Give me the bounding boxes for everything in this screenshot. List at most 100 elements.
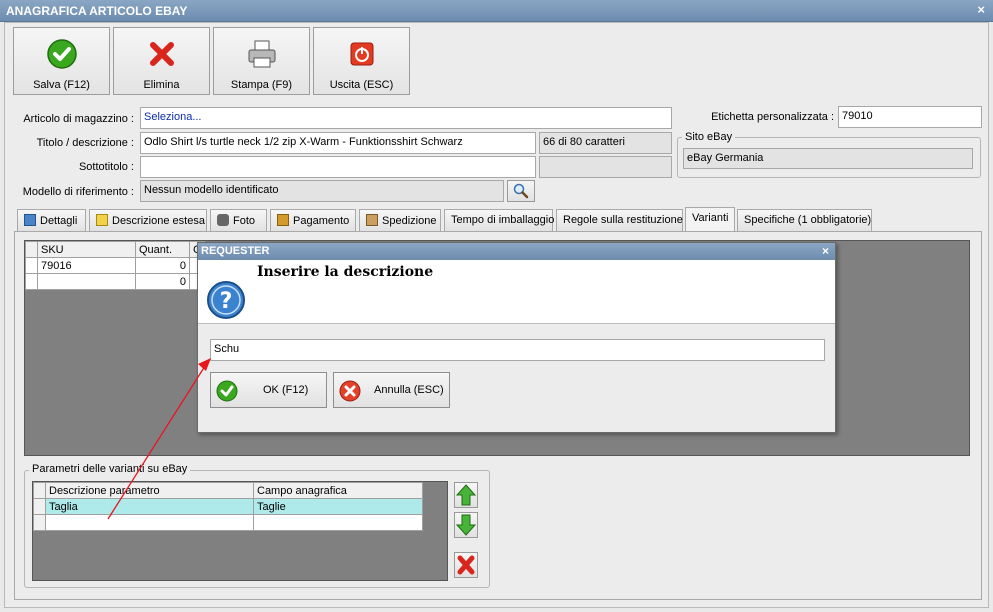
table-row[interactable]: 0	[25, 273, 205, 290]
save-button[interactable]: Salva (F12)	[13, 27, 110, 95]
params-group-title: Parametri delle varianti su eBay	[29, 463, 191, 475]
params-table: Descrizione parametro Campo anagrafica T…	[33, 482, 423, 531]
delete-button[interactable]: Elimina	[113, 27, 210, 95]
note-icon	[96, 214, 108, 226]
modello-label: Modello di riferimento :	[22, 186, 134, 198]
move-down-button[interactable]	[454, 512, 478, 538]
tab-pagamento[interactable]: Pagamento	[270, 209, 356, 231]
tab-foto[interactable]: Foto	[210, 209, 267, 231]
sito-ebay-field: eBay Germania	[683, 148, 973, 169]
tab-label: Varianti	[692, 212, 729, 224]
articolo-label: Articolo di magazzino :	[23, 113, 134, 125]
cell-campo[interactable]: Taglie	[253, 498, 423, 515]
save-label: Salva (F12)	[33, 79, 90, 91]
window-title: ANAGRAFICA ARTICOLO EBAY	[6, 4, 188, 18]
delete-label: Elimina	[143, 79, 180, 91]
etichetta-label: Etichetta personalizzata :	[711, 111, 834, 123]
description-input[interactable]: Schu	[210, 339, 825, 361]
tab-label: Regole sulla restituzione	[563, 214, 683, 226]
dialog-title: REQUESTER	[201, 245, 270, 257]
cell-sku[interactable]: 79016	[37, 257, 136, 274]
tab-label: Foto	[233, 215, 256, 227]
sottotitolo-field[interactable]	[140, 156, 536, 178]
tab-spedizione[interactable]: Spedizione	[359, 209, 441, 231]
titolo-field[interactable]: Odlo Shirt l/s turtle neck 1/2 zip X-War…	[140, 132, 536, 154]
magnifier-icon	[513, 183, 529, 199]
cell-quant[interactable]: 0	[135, 273, 190, 290]
tab-varianti[interactable]: Varianti	[685, 207, 735, 232]
arrow-up-icon	[455, 484, 477, 506]
checkmark-icon	[216, 380, 238, 402]
articolo-field[interactable]: Seleziona...	[140, 107, 672, 129]
tab-specifiche[interactable]: Specifiche (1 obbligatorie)	[737, 209, 872, 231]
svg-text:?: ?	[220, 289, 233, 314]
variants-table: SKU Quant. C 79016 0 0	[25, 241, 205, 290]
cell-campo[interactable]	[253, 514, 423, 531]
tab-descrizione-estesa[interactable]: Descrizione estesa	[89, 209, 207, 231]
sottotitolo-label: Sottotitolo :	[78, 161, 134, 173]
column-header-campo[interactable]: Campo anagrafica	[253, 482, 423, 499]
power-icon	[350, 42, 374, 66]
table-row[interactable]	[33, 514, 423, 531]
package-icon	[366, 214, 378, 226]
titolo-label: Titolo / descrizione :	[36, 137, 134, 149]
print-button[interactable]: Stampa (F9)	[213, 27, 310, 95]
ok-label: OK (F12)	[263, 384, 309, 396]
delete-x-icon	[150, 42, 174, 66]
modello-field: Nessun modello identificato	[140, 180, 504, 202]
params-grid[interactable]: Descrizione parametro Campo anagrafica T…	[32, 481, 448, 581]
tab-label: Dettagli	[40, 215, 78, 227]
tab-regole-restituzione[interactable]: Regole sulla restituzione	[556, 209, 683, 231]
checkmark-icon	[47, 39, 77, 69]
money-icon	[277, 214, 289, 226]
row-selector[interactable]	[33, 498, 46, 515]
exit-label: Uscita (ESC)	[329, 79, 394, 91]
tab-dettagli[interactable]: Dettagli	[17, 209, 86, 231]
table-row[interactable]: 79016 0	[25, 257, 205, 274]
remove-param-button[interactable]	[454, 552, 478, 578]
tab-label: Pagamento	[293, 215, 350, 227]
tab-label: Specifiche (1 obbligatorie)	[744, 214, 872, 226]
camera-icon	[217, 214, 229, 226]
exit-button[interactable]: Uscita (ESC)	[313, 27, 410, 95]
cell-quant[interactable]: 0	[135, 257, 190, 274]
question-icon: ?	[207, 281, 245, 319]
dialog-message: Inserire la descrizione	[257, 264, 434, 280]
tab-label: Spedizione	[382, 215, 437, 227]
row-header-corner	[25, 241, 38, 258]
column-header-sku[interactable]: SKU	[37, 241, 136, 258]
sito-ebay-group-title: Sito eBay	[682, 131, 736, 143]
cell-descrizione[interactable]: Taglia	[45, 498, 254, 515]
window-titlebar: ANAGRAFICA ARTICOLO EBAY ×	[0, 0, 993, 22]
sottotitolo-count	[539, 156, 672, 178]
etichetta-field[interactable]: 79010	[838, 106, 982, 128]
table-row[interactable]: Taglia Taglie	[33, 498, 423, 515]
modello-search-button[interactable]	[507, 180, 535, 202]
print-label: Stampa (F9)	[230, 79, 293, 91]
column-header-descrizione[interactable]: Descrizione parametro	[45, 482, 254, 499]
ok-button[interactable]: OK (F12)	[210, 372, 327, 408]
column-header-quant[interactable]: Quant.	[135, 241, 190, 258]
requester-dialog: REQUESTER × ? Inserire la descrizione Sc…	[197, 242, 836, 433]
printer-icon	[248, 40, 276, 68]
cancel-button[interactable]: Annulla (ESC)	[333, 372, 450, 408]
row-selector[interactable]	[25, 257, 38, 274]
calendar-icon	[24, 214, 36, 226]
tab-label: Descrizione estesa	[112, 215, 205, 227]
cell-sku[interactable]	[37, 273, 136, 290]
window-close-icon[interactable]: ×	[977, 2, 985, 17]
arrow-down-icon	[455, 514, 477, 536]
row-selector[interactable]	[25, 273, 38, 290]
move-up-button[interactable]	[454, 482, 478, 508]
char-count: 66 di 80 caratteri	[539, 132, 672, 154]
cancel-label: Annulla (ESC)	[374, 384, 444, 396]
tab-tempo-imballaggio[interactable]: Tempo di imballaggio	[444, 209, 555, 231]
dialog-titlebar: REQUESTER ×	[198, 243, 835, 260]
row-header-corner	[33, 482, 46, 499]
delete-x-icon	[457, 555, 475, 575]
cell-descrizione[interactable]	[45, 514, 254, 531]
cancel-icon	[339, 380, 361, 402]
tab-label: Tempo di imballaggio	[451, 214, 555, 226]
row-selector[interactable]	[33, 514, 46, 531]
dialog-close-icon[interactable]: ×	[822, 244, 829, 258]
